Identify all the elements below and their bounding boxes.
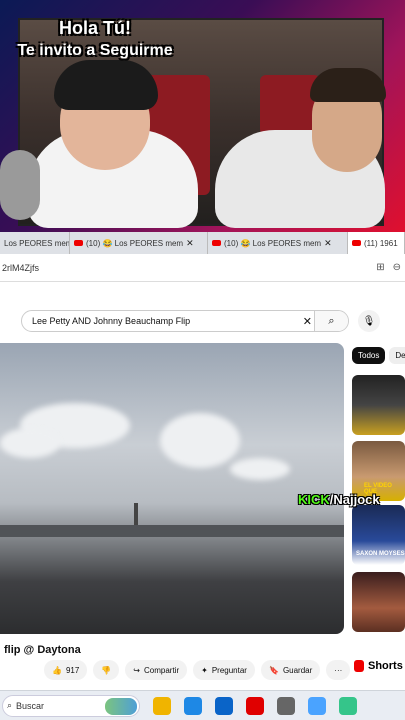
recommended-thumbnail[interactable]	[352, 572, 405, 632]
youtube-icon	[74, 240, 83, 246]
tab-label: Los PEORES mem	[4, 238, 70, 248]
cloud	[0, 428, 60, 458]
cloud	[160, 413, 240, 468]
cloud	[230, 458, 290, 480]
like-button[interactable]: 👍 917	[44, 660, 88, 680]
chip-more[interactable]: De	[389, 347, 405, 364]
store-icon[interactable]	[277, 696, 295, 715]
address-bar-actions: ⊞ ⊖	[376, 262, 401, 273]
taskbar-search-placeholder: Buscar	[16, 700, 45, 711]
like-count: 917	[65, 665, 80, 675]
address-bar[interactable]: 2rlM4Zjfs ⊞ ⊖	[0, 254, 405, 282]
video-player[interactable]	[0, 343, 344, 634]
microphone	[0, 150, 40, 220]
share-button[interactable]: ↪ Compartir	[125, 660, 188, 680]
recommended-thumbnail[interactable]: SAXON MOYSES	[352, 505, 405, 565]
search-input[interactable]: Lee Petty AND Johnny Beauchamp Flip ✕ ⌕	[21, 310, 349, 332]
apps-icon[interactable]: ⊞	[376, 262, 384, 273]
close-icon[interactable]: ✕	[324, 238, 332, 249]
notepad-icon[interactable]	[308, 696, 326, 715]
discord-icon[interactable]	[339, 696, 357, 715]
thumbs-up-icon: 👍	[52, 665, 62, 675]
overlay-greeting: Hola Tú!	[59, 18, 131, 38]
browser-tab-active[interactable]: (11) 1961	[348, 232, 405, 254]
browser-tab[interactable]: (10) 😂 Los PEORES mem ✕	[70, 232, 208, 254]
save-button[interactable]: 🔖 Guardar	[260, 660, 321, 680]
youtube-icon	[352, 240, 361, 246]
landscape-icon	[105, 697, 137, 715]
share-icon: ↪	[133, 665, 140, 675]
search-icon: ⌕	[7, 700, 13, 710]
tab-label: (10) 😂 Los PEORES mem	[224, 238, 322, 248]
file-explorer-icon[interactable]	[153, 696, 171, 715]
browser-tab-strip: Los PEORES mem ✕ (10) 😂 Los PEORES mem ✕…	[0, 232, 405, 254]
edge-icon[interactable]	[184, 696, 202, 715]
tab-label: (10) 😂 Los PEORES mem	[86, 238, 184, 248]
chip-all[interactable]: Todos	[352, 347, 386, 364]
webcam-overlay: Hola Tú! Te invito a Seguirme	[0, 0, 405, 232]
video-title: flip @ Daytona	[4, 644, 81, 656]
kick-username: /Najjock	[329, 492, 380, 507]
filter-chips: Todos De	[352, 347, 405, 364]
search-icon[interactable]: ⌕	[314, 311, 348, 331]
streamer-hair	[54, 60, 158, 110]
dislike-button[interactable]: 👎	[93, 660, 120, 680]
thumbnail-caption: SAXON MOYSES	[356, 551, 405, 557]
shorts-icon	[354, 660, 364, 672]
ask-button[interactable]: ✦ Preguntar	[193, 660, 255, 680]
youtube-app-icon[interactable]	[246, 696, 264, 715]
video-actions: 👍 917 👎 ↪ Compartir ✦ Preguntar 🔖 Guarda…	[44, 660, 351, 680]
save-label: Guardar	[282, 665, 313, 675]
more-button[interactable]: ···	[326, 660, 351, 680]
voice-search-icon[interactable]: 🎙	[358, 310, 380, 332]
recommended-thumbnail[interactable]	[352, 375, 405, 435]
thumbs-down-icon: 👎	[101, 665, 112, 675]
clear-icon[interactable]: ✕	[303, 315, 312, 328]
track-fence	[0, 525, 344, 537]
shorts-header[interactable]: Shorts	[354, 660, 403, 672]
youtube-page: Lee Petty AND Johnny Beauchamp Flip ✕ ⌕ …	[0, 282, 405, 690]
close-icon[interactable]: ✕	[186, 238, 194, 249]
tab-label: (11) 1961	[364, 238, 398, 248]
youtube-icon	[212, 240, 221, 246]
shorts-label: Shorts	[368, 660, 403, 672]
browser-tab[interactable]: Los PEORES mem ✕	[0, 232, 70, 254]
more-icon: ···	[334, 665, 343, 675]
bookmark-icon: 🔖	[268, 665, 279, 675]
overlay-follow-text: Te invito a Seguirme	[17, 42, 173, 59]
guest-hair	[310, 68, 386, 102]
browser-tab[interactable]: (10) 😂 Los PEORES mem ✕	[208, 232, 348, 254]
kick-logo: KICK	[298, 492, 330, 507]
zoom-icon[interactable]: ⊖	[393, 262, 401, 273]
screen: Hola Tú! Te invito a Seguirme Los PEORES…	[0, 0, 405, 720]
taskbar: ⌕ Buscar	[0, 690, 405, 720]
outlook-icon[interactable]	[215, 696, 233, 715]
kick-channel-overlay: KICK/Najjock	[298, 492, 380, 507]
pole	[134, 503, 138, 527]
sparkle-icon: ✦	[201, 665, 208, 675]
ask-label: Preguntar	[211, 665, 247, 675]
taskbar-search[interactable]: ⌕ Buscar	[2, 694, 140, 717]
share-label: Compartir	[144, 665, 180, 675]
search-query: Lee Petty AND Johnny Beauchamp Flip	[32, 316, 191, 326]
url-text: 2rlM4Zjfs	[2, 262, 40, 273]
